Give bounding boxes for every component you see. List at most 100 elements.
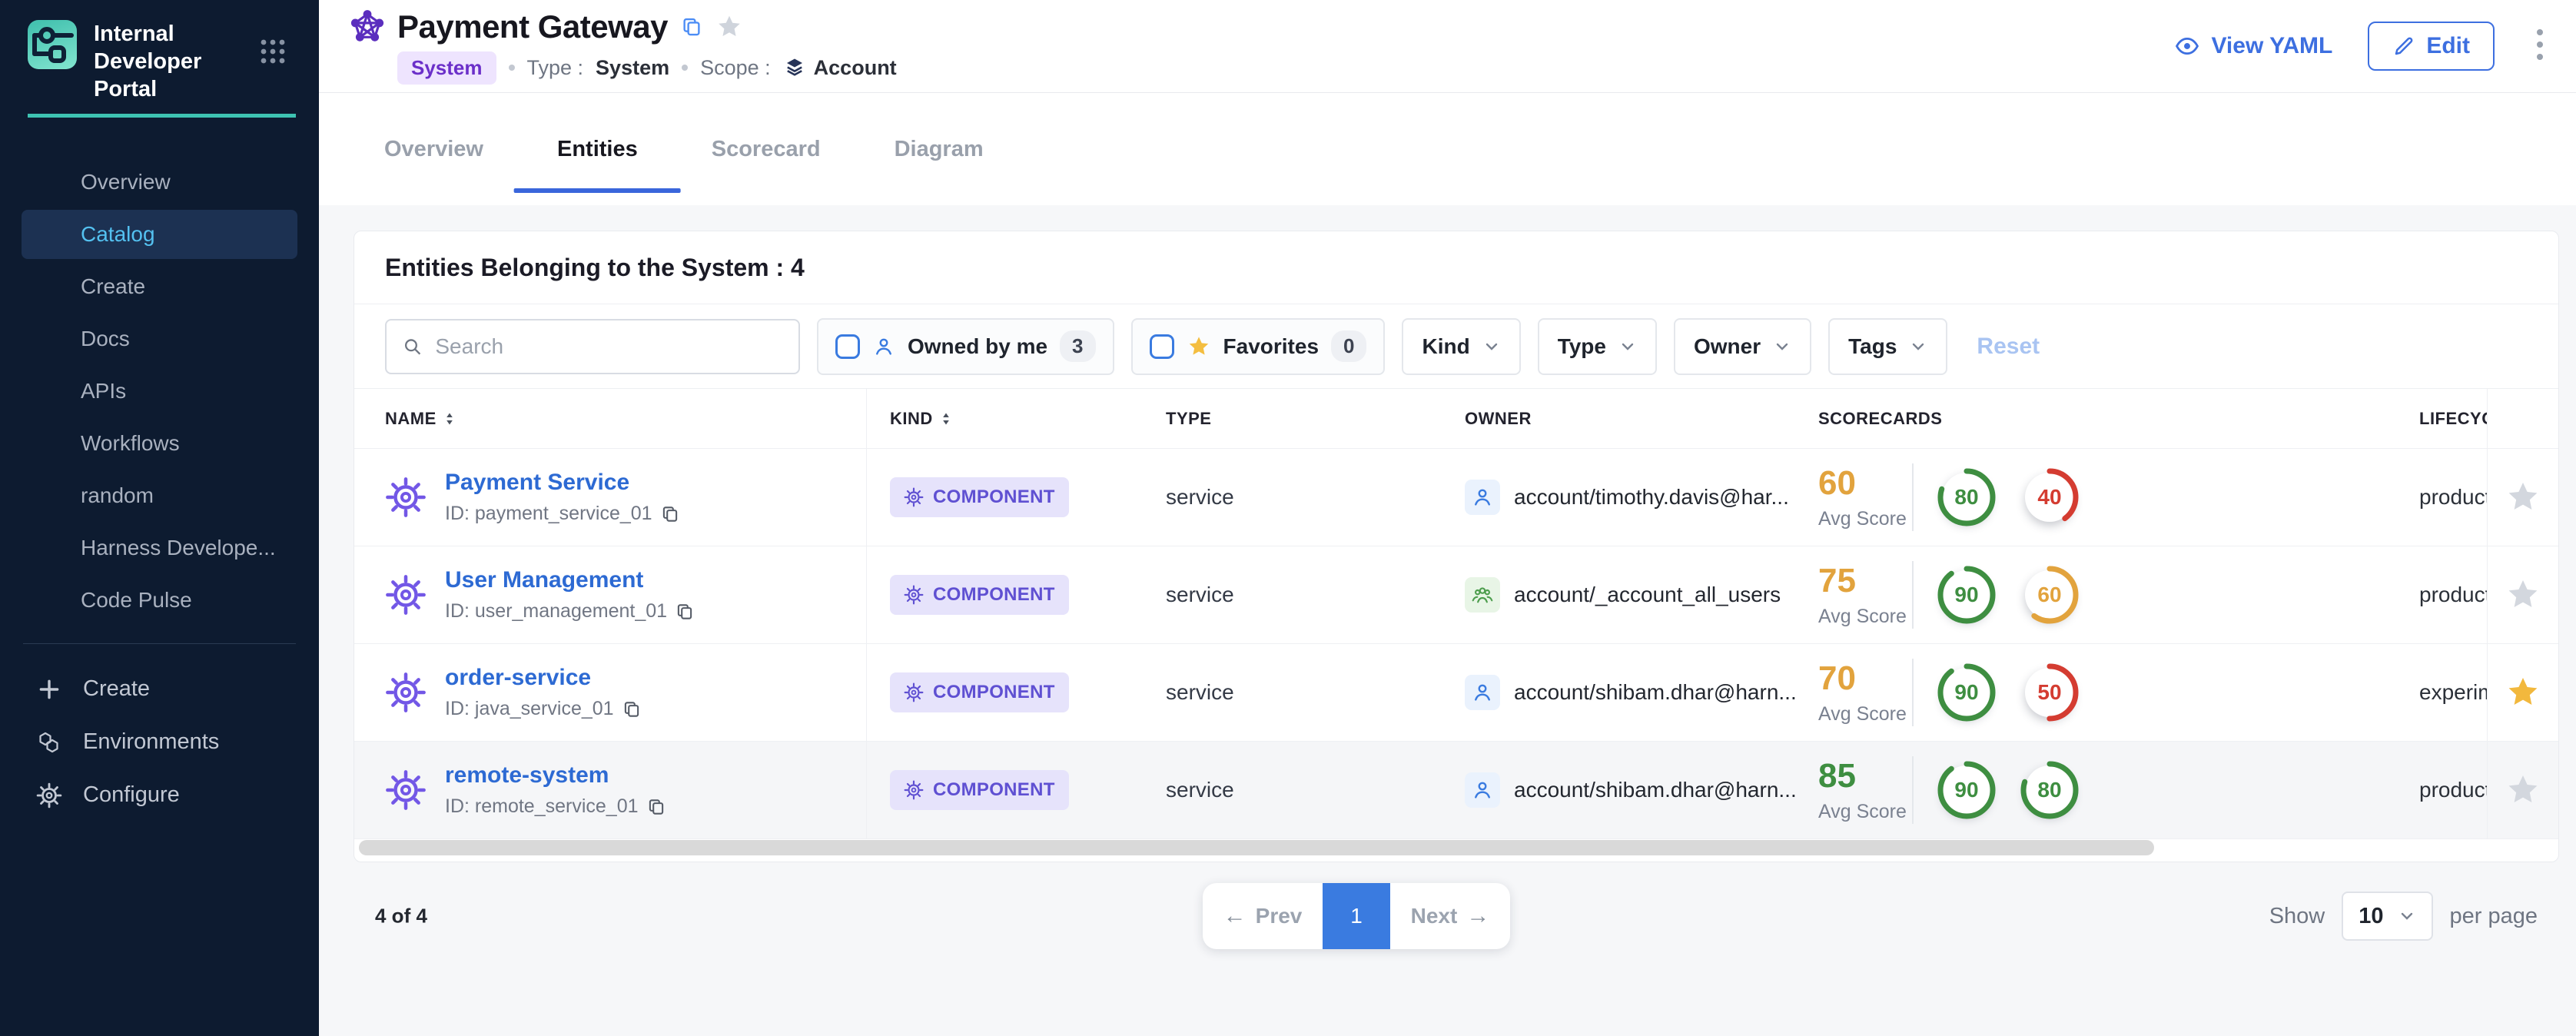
prev-page-button[interactable]: ← Prev — [1203, 883, 1323, 949]
favorite-star-icon[interactable] — [715, 13, 743, 41]
row-favorite-toggle[interactable] — [2487, 449, 2558, 546]
tab-label: Diagram — [895, 137, 984, 162]
favorites-checkbox[interactable] — [1150, 334, 1174, 359]
sidebar-item-random[interactable]: random — [22, 471, 297, 520]
sidebar-item-label: APIs — [81, 379, 126, 403]
pencil-icon — [2392, 35, 2415, 58]
owned-by-me-checkbox[interactable] — [835, 334, 860, 359]
sidebar-item-harness-develope[interactable]: Harness Develope... — [22, 523, 297, 573]
edit-button[interactable]: Edit — [2368, 22, 2495, 71]
sidebar-item-code-pulse[interactable]: Code Pulse — [22, 576, 297, 625]
avg-score: 75 — [1818, 562, 1909, 600]
owner-name: account/shibam.dhar@harn... — [1514, 778, 1795, 802]
table-row[interactable]: User Management ID: user_management_01 C… — [354, 546, 2558, 644]
harness-logo[interactable] — [28, 20, 77, 69]
avg-score: 85 — [1818, 757, 1909, 795]
chevron-down-icon — [1482, 337, 1501, 356]
sidebar-item-overview[interactable]: Overview — [22, 158, 297, 207]
kind-badge: COMPONENT — [890, 477, 1069, 517]
tab-scorecard[interactable]: Scorecard — [712, 93, 821, 205]
gear-icon — [36, 782, 62, 809]
column-header-name[interactable]: NAME — [354, 389, 867, 448]
table-header-row: NAME KIND TYPE OWNER SCORECARDS LIFECYCL… — [354, 389, 2558, 449]
sort-icon[interactable] — [444, 410, 455, 427]
lifecycle: production — [2419, 778, 2487, 802]
entity-name-link[interactable]: Payment Service — [445, 470, 680, 496]
sidebar-item-label: Catalog — [81, 222, 155, 247]
entity-id: ID: payment_service_01 — [445, 503, 680, 525]
sidebar-item-create[interactable]: Create — [22, 262, 297, 311]
table-row[interactable]: remote-system ID: remote_service_01 COMP… — [354, 742, 2558, 839]
scorecards: 70 Avg Score 90 50 — [1818, 659, 2101, 726]
sort-icon[interactable] — [941, 410, 951, 427]
horizontal-scrollbar[interactable] — [359, 840, 2154, 855]
scorecards: 75 Avg Score 90 60 — [1818, 561, 2101, 629]
row-favorite-toggle[interactable] — [2487, 742, 2558, 838]
apps-grid-icon[interactable] — [258, 37, 287, 70]
sidebar-item-label: Overview — [81, 170, 171, 194]
sidebar-item-label: Harness Develope... — [81, 536, 276, 560]
filter-dropdown-tags[interactable]: Tags — [1828, 318, 1947, 375]
tab-diagram[interactable]: Diagram — [895, 93, 984, 205]
sidebar-footer-configure[interactable]: Configure — [0, 769, 319, 822]
next-page-button[interactable]: Next → — [1390, 883, 1510, 949]
sidebar-footer: Create Environments Configure — [0, 662, 319, 822]
per-page-label: per page — [2450, 904, 2538, 929]
entity-type: service — [1166, 583, 1234, 607]
chevron-down-icon — [1618, 337, 1637, 356]
current-page-button[interactable]: 1 — [1323, 883, 1390, 949]
tab-entities[interactable]: Entities — [557, 93, 638, 205]
copy-icon[interactable] — [675, 602, 695, 622]
row-favorite-toggle[interactable] — [2487, 546, 2558, 643]
reset-filters-button[interactable]: Reset — [1977, 334, 2040, 360]
gear-icon — [904, 487, 924, 507]
arrow-left-icon: ← — [1223, 903, 1247, 929]
filter-dropdown-owner[interactable]: Owner — [1674, 318, 1811, 375]
entity-name-link[interactable]: remote-system — [445, 762, 666, 789]
sidebar-item-docs[interactable]: Docs — [22, 314, 297, 364]
sidebar-item-workflows[interactable]: Workflows — [22, 419, 297, 468]
dropdown-label: Kind — [1422, 334, 1469, 359]
system-kind-badge: System — [397, 51, 496, 85]
sidebar-footer-environments[interactable]: Environments — [0, 716, 319, 769]
view-yaml-button[interactable]: View YAML — [2174, 33, 2332, 59]
entity-name-link[interactable]: User Management — [445, 567, 695, 593]
owner-name: account/_account_all_users — [1514, 583, 1781, 607]
search-input[interactable] — [435, 334, 783, 359]
lifecycle: experimental — [2419, 680, 2487, 705]
sidebar-item-catalog[interactable]: Catalog — [22, 210, 297, 259]
gear-icon — [904, 780, 924, 800]
entity-name-link[interactable]: order-service — [445, 665, 642, 691]
search-icon — [402, 335, 423, 358]
owner: account/shibam.dhar@harn... — [1465, 772, 1795, 808]
sidebar-footer-label: Environments — [83, 729, 219, 755]
tab-label: Entities — [557, 137, 638, 162]
copy-icon[interactable] — [622, 699, 642, 719]
more-options-kebab-icon[interactable] — [2530, 25, 2550, 68]
sidebar: Internal Developer Portal Overview Catal… — [0, 0, 319, 1036]
filter-dropdown-kind[interactable]: Kind — [1402, 318, 1520, 375]
search-box[interactable] — [385, 319, 800, 374]
copy-icon[interactable] — [646, 797, 666, 817]
favorites-filter[interactable]: Favorites 0 — [1131, 318, 1386, 375]
copy-icon[interactable] — [660, 504, 680, 524]
tab-label: Overview — [384, 137, 483, 162]
gear-icon — [904, 682, 924, 702]
owned-by-me-filter[interactable]: Owned by me 3 — [817, 318, 1114, 375]
gear-icon — [385, 769, 427, 811]
page-size-select[interactable]: 10 — [2342, 892, 2432, 941]
tab-overview[interactable]: Overview — [384, 93, 483, 205]
owner: account/timothy.davis@har... — [1465, 480, 1789, 515]
column-header-kind[interactable]: KIND — [867, 389, 1143, 448]
sidebar-item-apis[interactable]: APIs — [22, 367, 297, 416]
table-row[interactable]: order-service ID: java_service_01 COMPON… — [354, 644, 2558, 742]
score-gauge: 60 — [2018, 563, 2081, 626]
table-row[interactable]: Payment Service ID: payment_service_01 C… — [354, 449, 2558, 546]
copy-icon[interactable] — [680, 15, 703, 38]
row-favorite-toggle[interactable] — [2487, 644, 2558, 741]
product-name: Internal Developer Portal — [94, 20, 257, 103]
entity-id: ID: remote_service_01 — [445, 795, 666, 818]
sidebar-footer-create[interactable]: Create — [0, 662, 319, 716]
filter-dropdown-type[interactable]: Type — [1538, 318, 1657, 375]
system-network-icon — [350, 9, 385, 45]
